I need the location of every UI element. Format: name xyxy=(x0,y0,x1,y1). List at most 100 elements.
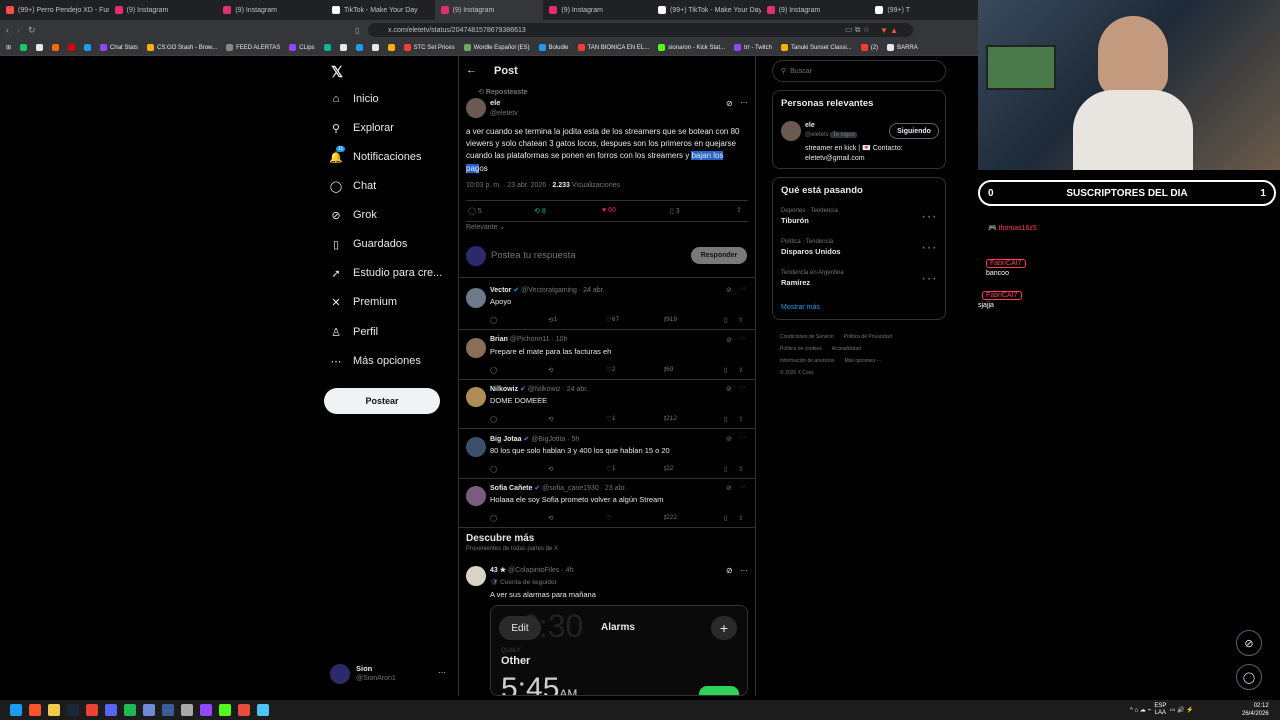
discover-avatar[interactable] xyxy=(466,566,486,586)
kick-icon[interactable] xyxy=(219,704,231,716)
avatar[interactable] xyxy=(466,387,486,407)
avatar[interactable] xyxy=(466,288,486,308)
post-more-icon[interactable]: ··· xyxy=(739,335,746,342)
reply-item[interactable]: Big Jotaa ✔ @BigJotita · 5h ⊘ ··· 80 los qu… xyxy=(458,429,756,479)
back-icon[interactable]: ‹ xyxy=(6,25,9,35)
repost-button[interactable]: ⟲ xyxy=(548,415,553,423)
trend-more-icon[interactable]: ··· xyxy=(921,208,937,226)
browser-tab[interactable]: (9) Instagram xyxy=(543,0,652,20)
bookmark-item[interactable] xyxy=(20,44,28,51)
reply-icon[interactable]: ◯ xyxy=(490,316,497,324)
author-handle[interactable]: @eletetv xyxy=(490,110,518,117)
avatar[interactable] xyxy=(466,436,486,457)
reply-author[interactable]: Big Jotaa xyxy=(490,436,522,443)
url-field[interactable]: x.com/eletetv/status/2047481578679386613 xyxy=(368,23,913,37)
avatar[interactable] xyxy=(781,121,801,141)
bookmark-item[interactable] xyxy=(36,44,44,51)
bookmark-item[interactable] xyxy=(339,44,347,51)
reply-author[interactable]: Vector xyxy=(490,287,511,294)
footer-link[interactable]: Política de cookies xyxy=(780,346,822,352)
bookmark-icon[interactable]: ▯ xyxy=(724,415,728,423)
repost-button[interactable]: ⟲ xyxy=(548,465,553,473)
app-icon[interactable] xyxy=(143,704,155,716)
sidebar-item-explorar[interactable]: ⚲ Explorar xyxy=(330,122,394,135)
bookmark-item[interactable] xyxy=(323,44,331,51)
post-more-icon[interactable]: ··· xyxy=(740,566,748,575)
bookmark-icon[interactable]: ▯ xyxy=(724,316,728,324)
bookmark-item[interactable]: Wordle Español (ES) xyxy=(463,44,530,51)
bookmark-item[interactable]: STC Set Prices xyxy=(403,44,455,51)
trend-item[interactable]: Deportes · Tendencia Tiburón xyxy=(781,208,838,225)
browser-tab[interactable]: (9) Instagram xyxy=(109,0,218,20)
post-more-icon[interactable]: ··· xyxy=(739,285,746,292)
post-more-icon[interactable]: ··· xyxy=(739,483,746,490)
alarms-image[interactable]: 6:30 Edit Alarms + QUALY Other 5:45AM xyxy=(490,605,748,696)
footer-link[interactable]: Condiciones de Servicio xyxy=(780,334,834,340)
sidebar-item-premium[interactable]: ✕ Premium xyxy=(330,296,397,309)
trend-item[interactable]: Política · Tendencia Disparos Unidos xyxy=(781,239,841,256)
reply-icon[interactable]: ◯ xyxy=(490,415,497,423)
footer-link[interactable]: Información de anuncios xyxy=(780,358,834,364)
bookmark-icon[interactable]: ▯ xyxy=(724,514,728,522)
reply-submit-button[interactable]: Responder xyxy=(691,247,747,264)
grok-icon[interactable]: ⊘ xyxy=(726,484,732,492)
forward-icon[interactable]: › xyxy=(17,25,20,35)
grok-float-button[interactable]: ⊘ xyxy=(1236,630,1262,656)
share-icon[interactable]: ⇧ xyxy=(738,316,743,324)
share-icon[interactable]: ⇧ xyxy=(738,465,743,473)
windows-start-icon[interactable] xyxy=(10,704,22,716)
folder-icon[interactable] xyxy=(48,704,60,716)
show-more-link[interactable]: Mostrar más xyxy=(781,304,820,311)
grok-icon[interactable]: ⊘ xyxy=(726,385,732,393)
reply-author[interactable]: Sofia Cañete xyxy=(490,485,532,492)
trend-more-icon[interactable]: ··· xyxy=(921,270,937,288)
back-arrow-icon[interactable]: ← xyxy=(466,64,477,76)
following-button[interactable]: Siguiendo xyxy=(889,123,939,139)
reply-item[interactable]: Nilkowiz ✔ @Nilkowiz · 24 abr. ⊘ ··· DOME D… xyxy=(458,379,756,429)
clock[interactable]: 02:12 26/4/2026 xyxy=(1242,702,1269,718)
bookmark-item[interactable]: CS:GO Stash - Brow... xyxy=(147,44,217,51)
sidebar-item-notificaciones[interactable]: 🔔 11 Notificaciones xyxy=(329,146,421,164)
like-button[interactable]: ♡ 2 xyxy=(606,366,615,374)
bookmark-item[interactable]: FEED ALERTAS xyxy=(226,44,280,51)
brave-shield-icon[interactable]: ▼ ▲ xyxy=(880,26,898,35)
reply-item[interactable]: Brian @Pichonn11 · 10h ⊘ ··· Prepare el mat… xyxy=(458,330,756,380)
share-icon[interactable]: ⇧ xyxy=(738,514,743,522)
post-more-icon[interactable]: ··· xyxy=(739,384,746,391)
views-icon[interactable]: ⫾ 919 xyxy=(664,316,677,324)
search-input[interactable]: ⚲ Buscar xyxy=(772,60,946,82)
grok-icon[interactable]: ⊘ xyxy=(726,99,733,108)
reply-icon[interactable]: ◯ xyxy=(490,366,497,374)
x-logo[interactable]: 𝕏 xyxy=(331,63,343,81)
reply-author[interactable]: Brian xyxy=(490,336,508,343)
repost-button[interactable]: ⟲ 8 xyxy=(534,207,546,215)
bookmark-item[interactable]: trr - Twitch xyxy=(734,44,772,51)
trend-more-icon[interactable]: ··· xyxy=(921,239,937,257)
relevant-name[interactable]: ele xyxy=(805,122,815,129)
app-icon[interactable] xyxy=(238,704,250,716)
avatar[interactable] xyxy=(466,337,486,358)
lang-indicator[interactable]: ESP LAA xyxy=(1154,703,1166,717)
footer-link[interactable]: Más opciones ··· xyxy=(844,358,881,364)
bookmark-item[interactable]: CLips xyxy=(289,44,315,51)
browser-tab[interactable]: (9) Instagram xyxy=(434,0,544,20)
bookmark-page-icon[interactable]: ▯ xyxy=(355,26,359,35)
views-icon[interactable]: ⫾ 212 xyxy=(664,415,677,423)
repost-button[interactable]: ⟲ 1 xyxy=(548,316,557,324)
share-icon[interactable]: ⇧ xyxy=(738,366,743,374)
grok-icon[interactable]: ⊘ xyxy=(726,336,732,344)
reply-author[interactable]: Nilkowiz xyxy=(490,386,518,393)
brave-icon[interactable] xyxy=(29,704,41,716)
repost-button[interactable]: ⟲ xyxy=(548,366,553,374)
notepad-icon[interactable] xyxy=(257,704,269,716)
grok-icon[interactable]: ⊘ xyxy=(726,566,733,575)
reply-icon[interactable]: ◯ xyxy=(490,465,497,473)
author-avatar[interactable] xyxy=(466,98,486,118)
extensions-icon[interactable]: ▭ ⧉ ☆ xyxy=(845,25,870,35)
reload-icon[interactable]: ↻ xyxy=(28,25,36,36)
like-button[interactable]: ♡ 1 xyxy=(606,415,615,423)
author-name[interactable]: ele xyxy=(490,98,500,107)
bookmark-item[interactable] xyxy=(84,44,92,51)
apps-grid-icon[interactable]: ⊞ xyxy=(6,44,11,51)
footer-link[interactable]: Política de Privacidad xyxy=(844,334,892,340)
